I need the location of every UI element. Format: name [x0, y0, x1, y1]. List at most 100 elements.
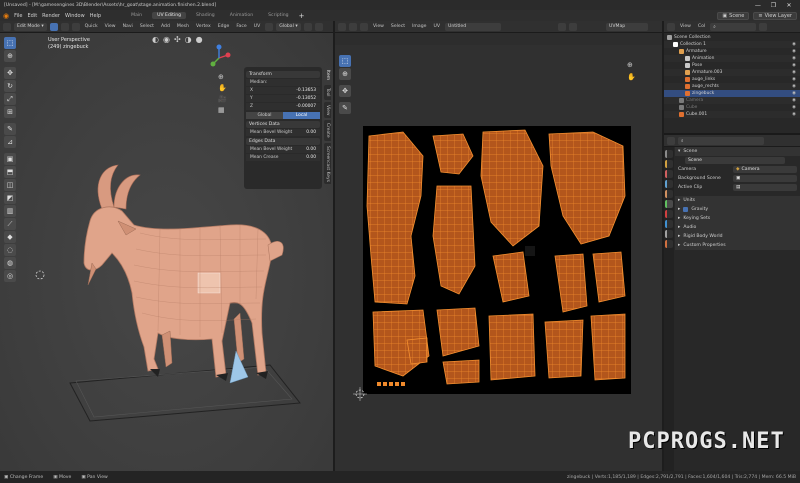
measure-tool[interactable]: ⊿: [4, 136, 16, 148]
overlay-icon[interactable]: ◑: [185, 35, 192, 44]
tab-screencast-keys[interactable]: Screencast Keys: [324, 142, 331, 185]
vertex-select-icon[interactable]: [49, 22, 58, 31]
gravity-section[interactable]: ▸ Gravity: [675, 205, 800, 214]
snap-icon[interactable]: [303, 22, 312, 31]
new-image-icon[interactable]: [557, 22, 566, 31]
outliner-row[interactable]: Animation ◉: [664, 55, 800, 62]
face-select-icon[interactable]: [71, 22, 80, 31]
goat-model[interactable]: [30, 163, 330, 433]
mean-crease-field[interactable]: Mean Crease 0.00: [246, 154, 320, 161]
median-x-field[interactable]: X -0.13653: [246, 87, 320, 94]
visibility-eye-icon[interactable]: ◉: [792, 56, 796, 61]
tab-tool[interactable]: Tool: [324, 85, 331, 100]
menu-edge[interactable]: Edge: [216, 24, 232, 29]
outliner-row[interactable]: Cube.001 ◉: [664, 111, 800, 118]
menu-quick[interactable]: Quick: [83, 24, 100, 29]
visibility-eye-icon[interactable]: ◉: [792, 98, 796, 103]
axis-gizmo-icon[interactable]: [204, 43, 234, 73]
properties-tab-icon[interactable]: [665, 170, 673, 178]
audio-section[interactable]: ▸ Audio: [675, 223, 800, 232]
scene-header[interactable]: ▾ Scene: [675, 147, 800, 156]
viewport-3d[interactable]: Edit Mode ▾ Quick View Navi Select Add M…: [0, 21, 333, 471]
uv-menu-select[interactable]: Select: [389, 24, 407, 29]
background-scene-field[interactable]: ▣: [733, 175, 797, 182]
visibility-eye-icon[interactable]: ◉: [792, 49, 796, 54]
extrude-tool[interactable]: ⬒: [4, 166, 16, 178]
visibility-icon[interactable]: ◉: [163, 35, 170, 44]
outliner-menu-view[interactable]: View: [678, 24, 693, 29]
mode-selector[interactable]: Edit Mode ▾: [14, 22, 47, 31]
view-layer-selector[interactable]: ≡ View Layer: [753, 11, 797, 20]
add-workspace-icon[interactable]: +: [299, 12, 305, 20]
visibility-eye-icon[interactable]: ◉: [792, 63, 796, 68]
scale-tool[interactable]: ⤢: [4, 93, 16, 105]
scene-selector[interactable]: ▣ Scene: [717, 11, 750, 20]
edges-data-header[interactable]: Edges Data: [246, 138, 320, 145]
properties-tab-icon[interactable]: [665, 190, 673, 198]
properties-tab-icon[interactable]: [665, 160, 673, 168]
properties-type-icon[interactable]: [667, 136, 675, 145]
rotate-tool[interactable]: ↻: [4, 80, 16, 92]
rigid-body-world-section[interactable]: ▸ Rigid Body World: [675, 232, 800, 241]
uv-annotate-tool[interactable]: ✎: [339, 102, 351, 114]
shading-icon[interactable]: ●: [196, 35, 203, 44]
tab-shading[interactable]: Shading: [191, 12, 220, 19]
keying-sets-section[interactable]: ▸ Keying Sets: [675, 214, 800, 223]
menu-help[interactable]: Help: [90, 13, 101, 19]
uv-menu-uv[interactable]: UV: [431, 24, 442, 29]
select-box-tool[interactable]: ⬚: [4, 37, 16, 49]
zoom-icon[interactable]: ⊕: [218, 73, 227, 81]
viewport-canvas[interactable]: User Perspective (249) zingebuck ⬚ ⊕ ✥ ↻…: [0, 33, 333, 471]
median-z-field[interactable]: Z -0.00007: [246, 103, 320, 110]
uv-select-mode-icon[interactable]: [349, 22, 357, 31]
outliner-search-input[interactable]: ⌕: [710, 22, 757, 31]
inset-tool[interactable]: ◫: [4, 179, 16, 191]
transform-header[interactable]: Transform: [246, 71, 320, 78]
proportional-icon[interactable]: [314, 22, 323, 31]
tab-item[interactable]: Item: [324, 67, 331, 83]
uv-menu-image[interactable]: Image: [410, 24, 428, 29]
properties-search-input[interactable]: ⌕: [678, 136, 764, 145]
global-button[interactable]: Global: [246, 112, 283, 119]
view-selectable-icon[interactable]: ◐: [152, 35, 159, 44]
menu-edit[interactable]: Edit: [27, 13, 37, 19]
visibility-eye-icon[interactable]: ◉: [792, 105, 796, 110]
outliner-row[interactable]: Pose ◉: [664, 62, 800, 69]
visibility-eye-icon[interactable]: ◉: [792, 91, 796, 96]
spin-tool[interactable]: ◌: [4, 244, 16, 256]
gizmo-icon[interactable]: ✣: [174, 35, 181, 44]
pan-icon[interactable]: ✋: [218, 84, 227, 92]
poly-build-tool[interactable]: ◆: [4, 231, 16, 243]
menu-mesh[interactable]: Mesh: [175, 24, 191, 29]
maximize-button[interactable]: ❐: [766, 2, 780, 9]
cursor-tool[interactable]: ⊕: [4, 50, 16, 62]
visibility-eye-icon[interactable]: ◉: [792, 42, 796, 47]
editor-type-icon[interactable]: [3, 22, 11, 31]
outliner-row[interactable]: auge_links ◉: [664, 76, 800, 83]
add-cube-tool[interactable]: ▣: [4, 153, 16, 165]
menu-window[interactable]: Window: [65, 13, 85, 19]
uv-cursor-tool[interactable]: ⊕: [339, 68, 351, 80]
knife-tool[interactable]: ⟋: [4, 218, 16, 230]
menu-view[interactable]: View: [103, 24, 118, 29]
shrink-tool[interactable]: ◎: [4, 270, 16, 282]
outliner-row[interactable]: Collection 1 ◉: [664, 41, 800, 48]
camera-field[interactable]: ◆ Camera: [733, 166, 797, 173]
uv-move-tool[interactable]: ✥: [339, 85, 351, 97]
camera-view-icon[interactable]: 🎥: [218, 95, 227, 103]
transform-tool[interactable]: ⊞: [4, 106, 16, 118]
properties-tab-icon[interactable]: [665, 150, 673, 158]
outliner-menu-col[interactable]: Col: [696, 24, 707, 29]
active-clip-field[interactable]: ▤: [733, 184, 797, 191]
properties-tab-icon[interactable]: [665, 230, 673, 238]
tab-scripting[interactable]: Scripting: [263, 12, 293, 19]
properties-tab-icon[interactable]: [665, 180, 673, 188]
menu-render[interactable]: Render: [42, 13, 60, 19]
menu-file[interactable]: File: [14, 13, 22, 19]
tab-main[interactable]: Main: [126, 12, 147, 19]
uv-sync-icon[interactable]: [360, 22, 368, 31]
uv-select-tool[interactable]: ⬚: [339, 55, 351, 67]
properties-tab-icon[interactable]: [665, 210, 673, 218]
edge-bevel-weight-field[interactable]: Mean Bevel Weight 0.00: [246, 146, 320, 153]
tab-uv-editing[interactable]: UV Editing: [152, 12, 187, 19]
